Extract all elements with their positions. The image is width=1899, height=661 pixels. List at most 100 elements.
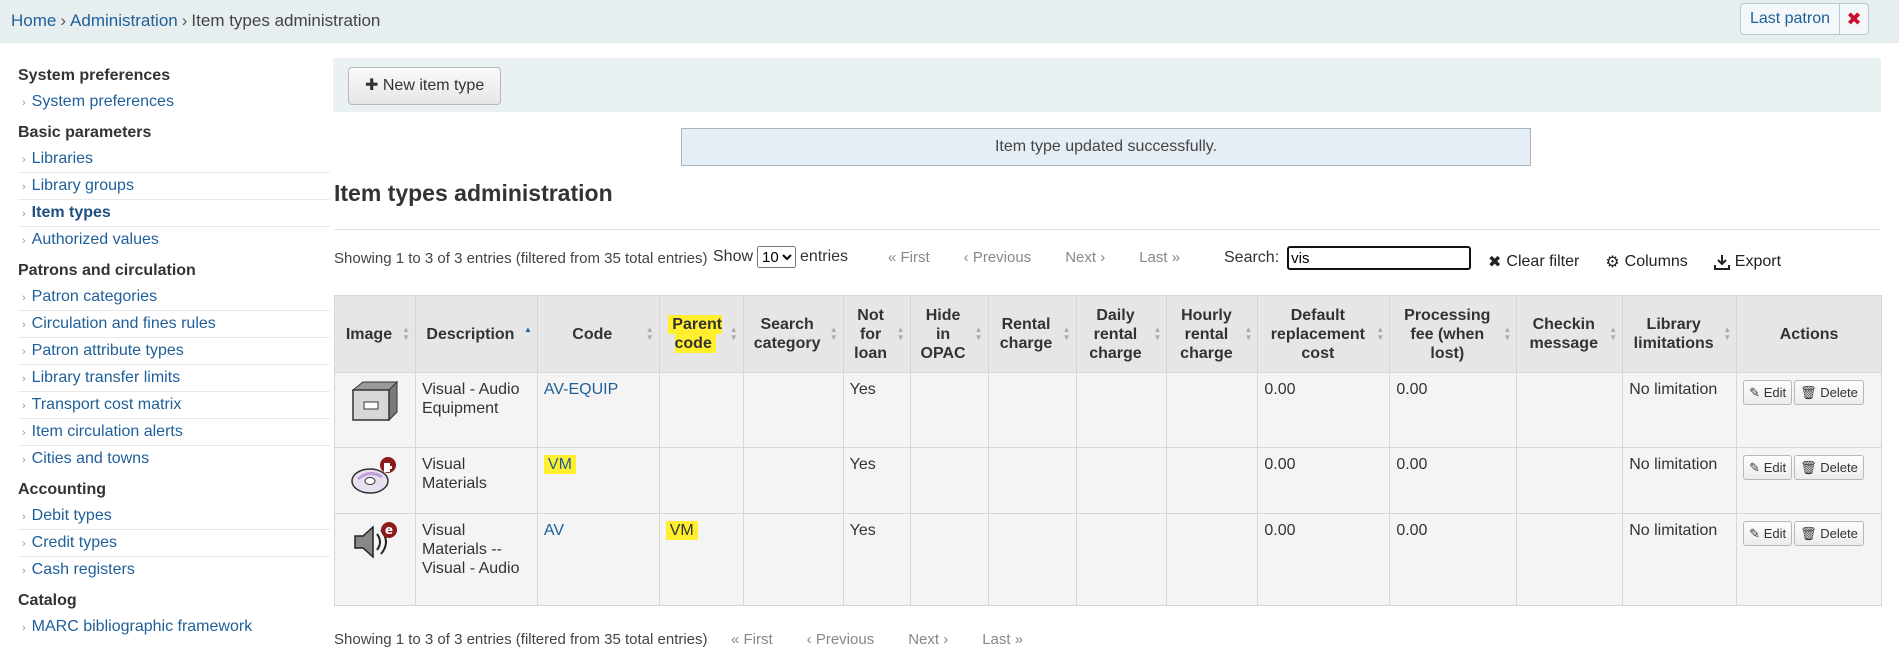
not-for-loan-cell-value: Yes xyxy=(849,381,876,398)
sidebar-item[interactable]: › Circulation and fines rules xyxy=(18,311,330,338)
pager-previous[interactable]: ‹ Previous xyxy=(964,249,1032,266)
breadcrumb-administration[interactable]: Administration xyxy=(70,11,178,30)
sidebar-item[interactable]: › Cities and towns xyxy=(18,446,330,472)
sidebar-item[interactable]: › Library groups xyxy=(18,173,330,200)
sidebar-item[interactable]: › Transport cost matrix xyxy=(18,392,330,419)
delete-button[interactable]: 🗑 Delete xyxy=(1794,455,1864,480)
image-cell xyxy=(334,372,416,448)
column-header[interactable]: Not for loan ▲ ▼ xyxy=(842,295,911,373)
code-cell: AV xyxy=(536,513,660,606)
column-header[interactable]: Hide in OPAC ▲ ▼ xyxy=(909,295,989,373)
column-header[interactable]: Checkin message ▲ ▼ xyxy=(1516,295,1624,373)
pager-last[interactable]: Last » xyxy=(1139,249,1180,266)
column-header[interactable]: Description ▲ xyxy=(414,295,538,373)
column-header[interactable]: Search category ▲ ▼ xyxy=(742,295,844,373)
edit-button[interactable]: ✎ Edit xyxy=(1743,455,1793,480)
close-icon: ✖ xyxy=(1488,254,1502,271)
column-header-label: Image xyxy=(345,325,393,343)
page-length-select[interactable]: 10 xyxy=(757,246,797,268)
delete-button[interactable]: 🗑 Delete xyxy=(1794,380,1864,405)
sidebar-item[interactable]: › Debit types xyxy=(18,503,330,530)
search-input[interactable] xyxy=(1287,246,1472,270)
edit-button[interactable]: ✎ Edit xyxy=(1743,521,1793,546)
parent-code-cell-value: VM xyxy=(665,521,698,540)
columns-label: Columns xyxy=(1624,253,1688,270)
sidebar-item[interactable]: › Item types xyxy=(18,200,330,227)
sidebar-link[interactable]: Item types xyxy=(32,204,111,221)
pager-next[interactable]: Next › xyxy=(1065,249,1105,266)
sidebar-link[interactable]: Library transfer limits xyxy=(32,369,180,386)
column-header[interactable]: Hourly rental charge ▲ ▼ xyxy=(1166,295,1259,373)
breadcrumb-home[interactable]: Home xyxy=(11,11,56,30)
sidebar-link[interactable]: MARC bibliographic framework xyxy=(32,618,253,635)
sidebar-item[interactable]: › Item circulation alerts xyxy=(18,419,330,446)
column-header[interactable]: Parent code ▲ ▼ xyxy=(658,295,744,373)
hourly-rental-charge-cell xyxy=(1166,447,1259,514)
item-type-code-link[interactable]: AV-EQUIP xyxy=(544,381,618,398)
breadcrumb-separator: › xyxy=(60,11,67,30)
sidebar-link[interactable]: Libraries xyxy=(32,150,93,167)
column-header-label: Processing fee (when lost) xyxy=(1404,306,1491,362)
sidebar-item[interactable]: › Authorized values xyxy=(18,227,330,253)
column-header[interactable]: Library limitations ▲ ▼ xyxy=(1622,295,1738,373)
pager-last[interactable]: Last » xyxy=(982,631,1023,648)
sidebar-link[interactable]: Cash registers xyxy=(32,561,135,578)
parent-code-cell: VM xyxy=(658,513,744,606)
column-header-label: Library limitations xyxy=(1633,316,1714,352)
columns-button[interactable]: ⚙ Columns xyxy=(1605,252,1687,272)
chevron-right-icon: › xyxy=(22,346,26,358)
sidebar-link[interactable]: Library groups xyxy=(32,177,134,194)
column-header[interactable]: Daily rental charge ▲ ▼ xyxy=(1075,295,1168,373)
new-item-type-button[interactable]: ✚ New item type xyxy=(348,67,502,105)
last-patron-button[interactable]: Last patron xyxy=(1741,4,1839,34)
sidebar-link[interactable]: Transport cost matrix xyxy=(32,396,182,413)
sidebar-item[interactable]: › System preferences xyxy=(18,89,330,115)
edit-button[interactable]: ✎ Edit xyxy=(1743,380,1793,405)
sidebar-item[interactable]: › Credit types xyxy=(18,530,330,557)
column-header[interactable]: Default replacement cost ▲ ▼ xyxy=(1257,295,1391,373)
delete-button[interactable]: 🗑 Delete xyxy=(1794,521,1864,546)
sidebar-link[interactable]: Patron categories xyxy=(32,288,157,305)
item-type-code-link[interactable]: VM xyxy=(543,455,576,474)
sidebar-link[interactable]: Item circulation alerts xyxy=(32,423,183,440)
sidebar-link[interactable]: Cities and towns xyxy=(32,450,149,467)
download-icon xyxy=(1713,255,1730,270)
sidebar-item[interactable]: › MARC bibliographic framework xyxy=(18,614,330,640)
sidebar-item[interactable]: › Patron categories xyxy=(18,284,330,311)
column-header[interactable]: Rental charge ▲ ▼ xyxy=(987,295,1077,373)
column-header[interactable]: Image ▲ ▼ xyxy=(334,295,416,373)
sidebar-link[interactable]: Debit types xyxy=(32,507,112,524)
pager-next[interactable]: Next › xyxy=(908,631,948,648)
sidebar-item[interactable]: › Libraries xyxy=(18,146,330,173)
pager-first[interactable]: « First xyxy=(731,631,773,648)
column-header[interactable]: Processing fee (when lost) ▲ ▼ xyxy=(1389,295,1518,373)
search-category-cell xyxy=(742,513,844,606)
hide-in-opac-cell xyxy=(909,372,989,448)
parent-code-cell xyxy=(658,447,744,514)
sidebar-link[interactable]: Credit types xyxy=(32,534,117,551)
pager-first[interactable]: « First xyxy=(888,249,930,266)
column-header[interactable]: Code ▲ ▼ xyxy=(536,295,660,373)
cd-icon xyxy=(350,457,400,499)
processing-fee-cell-value: 0.00 xyxy=(1396,522,1428,539)
sidebar-link[interactable]: Authorized values xyxy=(32,231,159,248)
item-type-code-link[interactable]: AV xyxy=(544,522,564,539)
sidebar-item[interactable]: › Cash registers xyxy=(18,557,330,583)
sidebar-link[interactable]: Circulation and fines rules xyxy=(32,315,216,332)
sidebar-link[interactable]: Patron attribute types xyxy=(32,342,184,359)
search-category-cell xyxy=(742,447,844,514)
sidebar-item[interactable]: › Patron attribute types xyxy=(18,338,330,365)
sidebar-item[interactable]: › Library transfer limits xyxy=(18,365,330,392)
replacement-cost-cell: 0.00 xyxy=(1257,372,1391,448)
clear-filter-button[interactable]: ✖ Clear filter xyxy=(1488,252,1579,272)
sidebar-link[interactable]: System preferences xyxy=(32,93,174,110)
actions-cell: ✎ Edit 🗑 Delete xyxy=(1736,447,1882,514)
library-limitations-cell: No limitation xyxy=(1622,513,1738,606)
library-limitations-cell-value: No limitation xyxy=(1629,522,1718,539)
chevron-right-icon: › xyxy=(22,373,26,385)
close-icon[interactable]: ✖ xyxy=(1839,4,1868,34)
column-header-label: Actions xyxy=(1779,325,1839,343)
hourly-rental-charge-cell xyxy=(1166,513,1259,606)
pager-previous[interactable]: ‹ Previous xyxy=(807,631,875,648)
export-button[interactable]: Export xyxy=(1713,252,1781,272)
